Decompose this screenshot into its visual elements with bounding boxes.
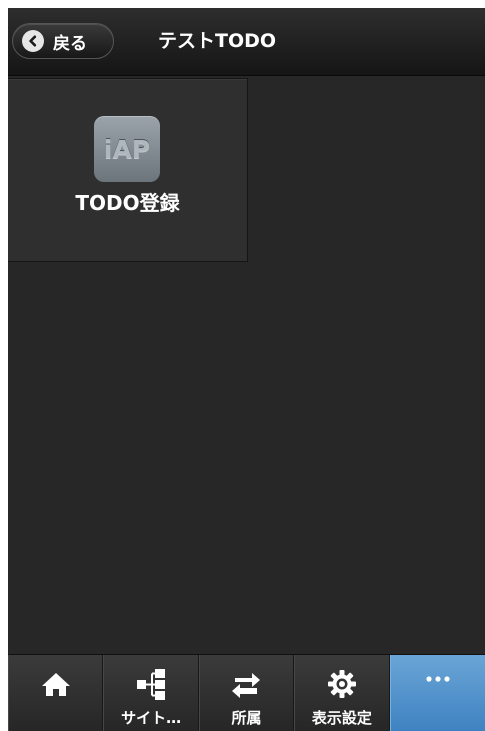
switch-arrows-icon <box>229 667 263 701</box>
chevron-left-icon <box>22 30 44 52</box>
tab-display-settings[interactable]: 表示設定 <box>294 655 390 731</box>
page-title: テストTODO <box>158 30 277 52</box>
back-button-label: 戻る <box>53 33 87 54</box>
main-content: iAP TODO登録 <box>8 76 485 654</box>
gear-icon <box>325 667 359 701</box>
header-bar: 戻る テストTODO <box>8 8 485 76</box>
tab-more[interactable] <box>389 655 485 731</box>
tab-sitemap-label: サイト… <box>121 709 182 727</box>
tile-label: TODO登録 <box>75 191 180 215</box>
tab-sitemap[interactable]: サイト… <box>103 655 199 731</box>
tab-affiliation[interactable]: 所属 <box>198 655 295 731</box>
bottom-tab-bar: サイト… 所属 表示設定 <box>8 654 485 731</box>
back-button[interactable]: 戻る <box>12 23 114 59</box>
sitemap-icon <box>134 667 168 701</box>
iap-app-icon: iAP <box>94 116 160 182</box>
app-screen: 戻る テストTODO iAP TODO登録 サイト… 所属 表示設定 <box>8 8 485 731</box>
more-icon <box>421 667 455 701</box>
home-icon <box>39 667 73 701</box>
menu-tile-todo-register[interactable]: iAP TODO登録 <box>8 78 248 262</box>
tab-affiliation-label: 所属 <box>231 709 262 727</box>
tab-display-settings-label: 表示設定 <box>311 709 372 727</box>
tab-home[interactable] <box>8 655 104 731</box>
iap-icon-text: iAP <box>103 134 151 164</box>
